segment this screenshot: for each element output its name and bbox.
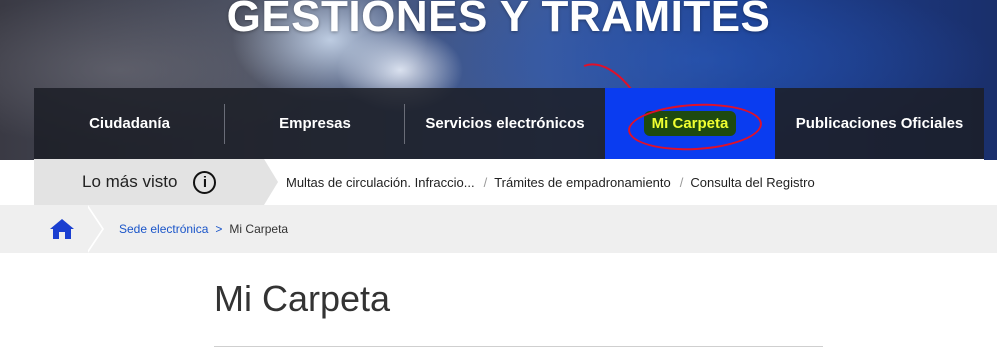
nav-label: Publicaciones Oficiales — [795, 115, 964, 132]
home-icon — [50, 219, 74, 239]
hero-title: GESTIONES Y TRÁMITES — [226, 0, 771, 41]
nav-item-publicaciones-oficiales[interactable]: Publicaciones Oficiales — [775, 88, 984, 159]
link-separator: / — [679, 174, 684, 190]
link-separator: / — [483, 174, 488, 190]
breadcrumb-link-sede[interactable]: Sede electrónica — [119, 222, 208, 236]
breadcrumb-divider-inner — [86, 205, 102, 253]
main-nav: Ciudadanía Empresas Servicios electrónic… — [34, 88, 984, 159]
most-seen-text: Lo más visto — [82, 172, 178, 191]
page-title: Mi Carpeta — [214, 278, 391, 319]
most-seen-link-empadronamiento[interactable]: Trámites de empadronamiento — [494, 175, 671, 190]
nav-label: Mi Carpeta — [643, 111, 737, 136]
nav-item-ciudadania[interactable]: Ciudadanía — [34, 88, 225, 159]
nav-label: Empresas — [279, 115, 351, 132]
breadcrumb-current: Mi Carpeta — [229, 222, 289, 236]
most-seen-link-registro[interactable]: Consulta del Registro — [690, 175, 814, 190]
nav-label: Servicios electrónicos — [425, 115, 585, 132]
most-seen-link-multas[interactable]: Multas de circulación. Infraccio... — [286, 175, 475, 190]
breadcrumb-trail: Sede electrónica > Mi Carpeta — [119, 205, 288, 253]
breadcrumb-separator: > — [215, 222, 223, 236]
nav-item-servicios-electronicos[interactable]: Servicios electrónicos — [405, 88, 605, 159]
nav-item-empresas[interactable]: Empresas — [225, 88, 405, 159]
info-icon[interactable]: i — [193, 170, 217, 194]
nav-item-mi-carpeta[interactable]: Mi Carpeta — [605, 88, 775, 159]
title-divider — [214, 346, 823, 347]
nav-label: Ciudadanía — [89, 115, 170, 132]
most-seen-bar: Lo más visto i Multas de circulación. In… — [34, 159, 984, 205]
breadcrumb: Sede electrónica > Mi Carpeta — [0, 205, 997, 253]
most-seen-label: Lo más visto i — [34, 159, 278, 205]
home-button[interactable] — [34, 205, 90, 253]
most-seen-links: Multas de circulación. Infraccio... / Tr… — [286, 159, 815, 205]
